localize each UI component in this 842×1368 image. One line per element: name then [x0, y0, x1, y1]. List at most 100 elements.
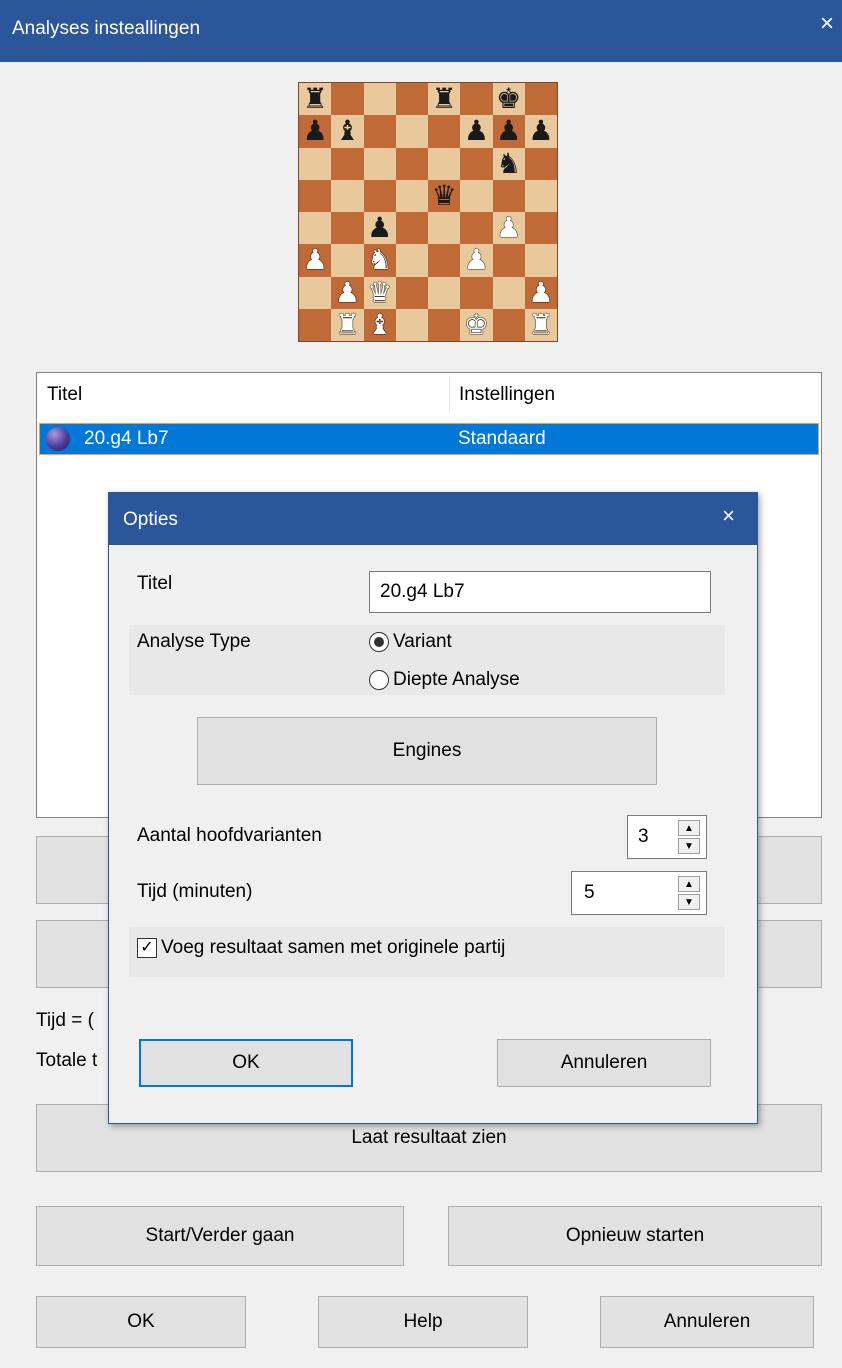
- merge-checkbox[interactable]: ✓ Voeg resultaat samen met originele par…: [137, 937, 505, 959]
- black-king-icon: ♚: [496, 83, 522, 115]
- title-input[interactable]: 20.g4 Lb7: [369, 571, 711, 613]
- time-stepper[interactable]: 5 ▲ ▼: [571, 871, 707, 915]
- white-pawn-icon: ♟: [463, 244, 489, 276]
- checkbox-checked-icon[interactable]: ✓: [137, 938, 157, 958]
- board-square: ♝: [331, 115, 364, 148]
- board-square: [460, 179, 493, 212]
- restart-button[interactable]: Opnieuw starten: [448, 1206, 822, 1266]
- board-square: [363, 83, 396, 116]
- dialog-cancel-button[interactable]: Annuleren: [497, 1039, 711, 1087]
- board-square: ♛: [363, 276, 396, 309]
- board-square: [395, 308, 428, 341]
- radio-deep-label: Diepte Analyse: [393, 669, 520, 690]
- board-square: [492, 179, 525, 212]
- white-rook-icon: ♜: [528, 308, 554, 340]
- window-title: Analyses insteallingen: [12, 18, 201, 39]
- black-rook-icon: ♜: [302, 83, 328, 115]
- board-square: [524, 83, 557, 116]
- analysis-ball-icon: [46, 427, 70, 451]
- title-label: Titel: [137, 573, 173, 594]
- column-separator: [449, 377, 450, 413]
- board-square: [331, 244, 364, 277]
- white-king-icon: ♚: [463, 308, 489, 340]
- board-square: ♟: [492, 212, 525, 245]
- white-pawn-icon: ♟: [528, 276, 554, 308]
- variants-value: 3: [638, 826, 649, 847]
- close-icon[interactable]: ×: [722, 503, 735, 529]
- board-square: [299, 179, 332, 212]
- white-bishop-icon: ♝: [367, 308, 393, 340]
- black-rook-icon: ♜: [431, 83, 457, 115]
- board-square: [524, 244, 557, 277]
- black-bishop-icon: ♝: [334, 115, 360, 147]
- board-square: [395, 179, 428, 212]
- time-minutes-label: Tijd (minuten): [137, 881, 253, 902]
- black-pawn-icon: ♟: [367, 212, 393, 244]
- spin-down-icon[interactable]: ▼: [678, 838, 700, 854]
- start-continue-button[interactable]: Start/Verder gaan: [36, 1206, 404, 1266]
- help-button[interactable]: Help: [318, 1296, 528, 1348]
- ok-button[interactable]: OK: [36, 1296, 246, 1348]
- board-square: [331, 179, 364, 212]
- board-square: ♚: [460, 308, 493, 341]
- board-square: [428, 212, 461, 245]
- board-square: [363, 179, 396, 212]
- board-square: [331, 212, 364, 245]
- board-square: [395, 276, 428, 309]
- radio-variant-label: Variant: [393, 631, 452, 652]
- total-time-label: Totale t: [36, 1050, 98, 1071]
- board-square: ♜: [428, 83, 461, 116]
- radio-selected-icon[interactable]: [369, 632, 389, 652]
- analysis-type-label: Analyse Type: [137, 631, 251, 652]
- column-header-title[interactable]: Titel: [47, 373, 82, 417]
- white-knight-icon: ♞: [367, 244, 393, 276]
- black-queen-icon: ♛: [431, 179, 457, 211]
- radio-variant[interactable]: Variant: [369, 631, 452, 653]
- spin-up-icon[interactable]: ▲: [678, 876, 700, 892]
- board-square: [428, 276, 461, 309]
- board-square: ♞: [492, 147, 525, 180]
- list-item-title: 20.g4 Lb7: [84, 428, 169, 449]
- engines-button[interactable]: Engines: [197, 717, 657, 785]
- board-square: ♜: [331, 308, 364, 341]
- options-titlebar: Opties ×: [109, 493, 757, 545]
- cancel-button[interactable]: Annuleren: [600, 1296, 814, 1348]
- spin-up-icon[interactable]: ▲: [678, 820, 700, 836]
- black-knight-icon: ♞: [496, 147, 522, 179]
- list-item-settings: Standaard: [458, 428, 546, 449]
- board-square: [460, 83, 493, 116]
- options-dialog: Opties × Titel 20.g4 Lb7 Analyse Type Va…: [108, 492, 758, 1124]
- board-square: ♞: [363, 244, 396, 277]
- radio-deep-analysis[interactable]: Diepte Analyse: [369, 669, 520, 691]
- board-square: [460, 276, 493, 309]
- black-pawn-icon: ♟: [302, 115, 328, 147]
- spin-down-icon[interactable]: ▼: [678, 894, 700, 910]
- board-square: [524, 179, 557, 212]
- board-square: ♟: [363, 212, 396, 245]
- column-header-settings[interactable]: Instellingen: [459, 373, 555, 417]
- board-square: [331, 147, 364, 180]
- board-square: ♟: [331, 276, 364, 309]
- list-item[interactable]: 20.g4 Lb7 Standaard: [39, 423, 819, 455]
- board-square: [428, 147, 461, 180]
- white-queen-icon: ♛: [367, 276, 393, 308]
- board-square: [395, 83, 428, 116]
- dialog-ok-button[interactable]: OK: [139, 1039, 353, 1087]
- white-pawn-icon: ♟: [496, 212, 522, 244]
- chess-board-preview: ♜ ♜ ♚ ♟ ♝ ♟ ♟ ♟ ♞ ♛ ♟ ♟ ♟ ♞ ♟ ♟ ♛ ♟ ♜ ♝ ♚ ♜: [298, 82, 558, 342]
- board-square: [460, 147, 493, 180]
- variants-label: Aantal hoofdvarianten: [137, 825, 322, 846]
- black-pawn-icon: ♟: [496, 115, 522, 147]
- main-titlebar: Analyses insteallingen ×: [0, 0, 842, 62]
- board-square: ♛: [428, 179, 461, 212]
- board-square: ♜: [524, 308, 557, 341]
- board-square: [299, 276, 332, 309]
- radio-unselected-icon[interactable]: [369, 670, 389, 690]
- time-value: 5: [584, 882, 595, 903]
- close-icon[interactable]: ×: [820, 10, 834, 38]
- board-square: ♟: [299, 115, 332, 148]
- board-square: [395, 244, 428, 277]
- variants-stepper[interactable]: 3 ▲ ▼: [627, 815, 707, 859]
- board-square: ♚: [492, 83, 525, 116]
- board-square: ♟: [524, 115, 557, 148]
